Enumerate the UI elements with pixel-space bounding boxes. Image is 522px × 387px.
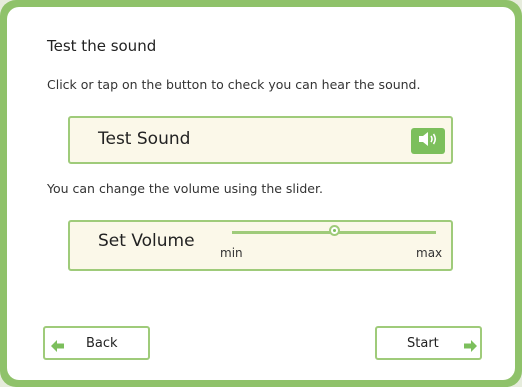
section-title: Test the sound: [47, 37, 157, 55]
volume-panel: Set Volume min max: [68, 220, 453, 271]
play-sound-button[interactable]: [411, 128, 445, 154]
sound-check-card: Test the sound Click or tap on the butto…: [7, 7, 515, 380]
start-button[interactable]: Start: [375, 326, 482, 360]
back-label: Back: [86, 336, 118, 351]
volume-slider-thumb[interactable]: [328, 225, 340, 236]
volume-min-label: min: [220, 246, 243, 260]
arrow-left-icon: [51, 337, 65, 356]
test-sound-panel[interactable]: Test Sound: [68, 116, 453, 164]
start-label: Start: [407, 336, 439, 351]
test-sound-label: Test Sound: [98, 129, 191, 149]
volume-label: Set Volume: [98, 231, 195, 251]
test-sound-instruction: Click or tap on the button to check you …: [47, 77, 421, 92]
dialog-frame: Test the sound Click or tap on the butto…: [0, 0, 522, 387]
volume-max-label: max: [416, 246, 443, 260]
arrow-right-icon: [463, 337, 477, 356]
volume-instruction: You can change the volume using the slid…: [47, 181, 323, 196]
speaker-icon: [418, 131, 438, 151]
back-button[interactable]: Back: [43, 326, 150, 360]
